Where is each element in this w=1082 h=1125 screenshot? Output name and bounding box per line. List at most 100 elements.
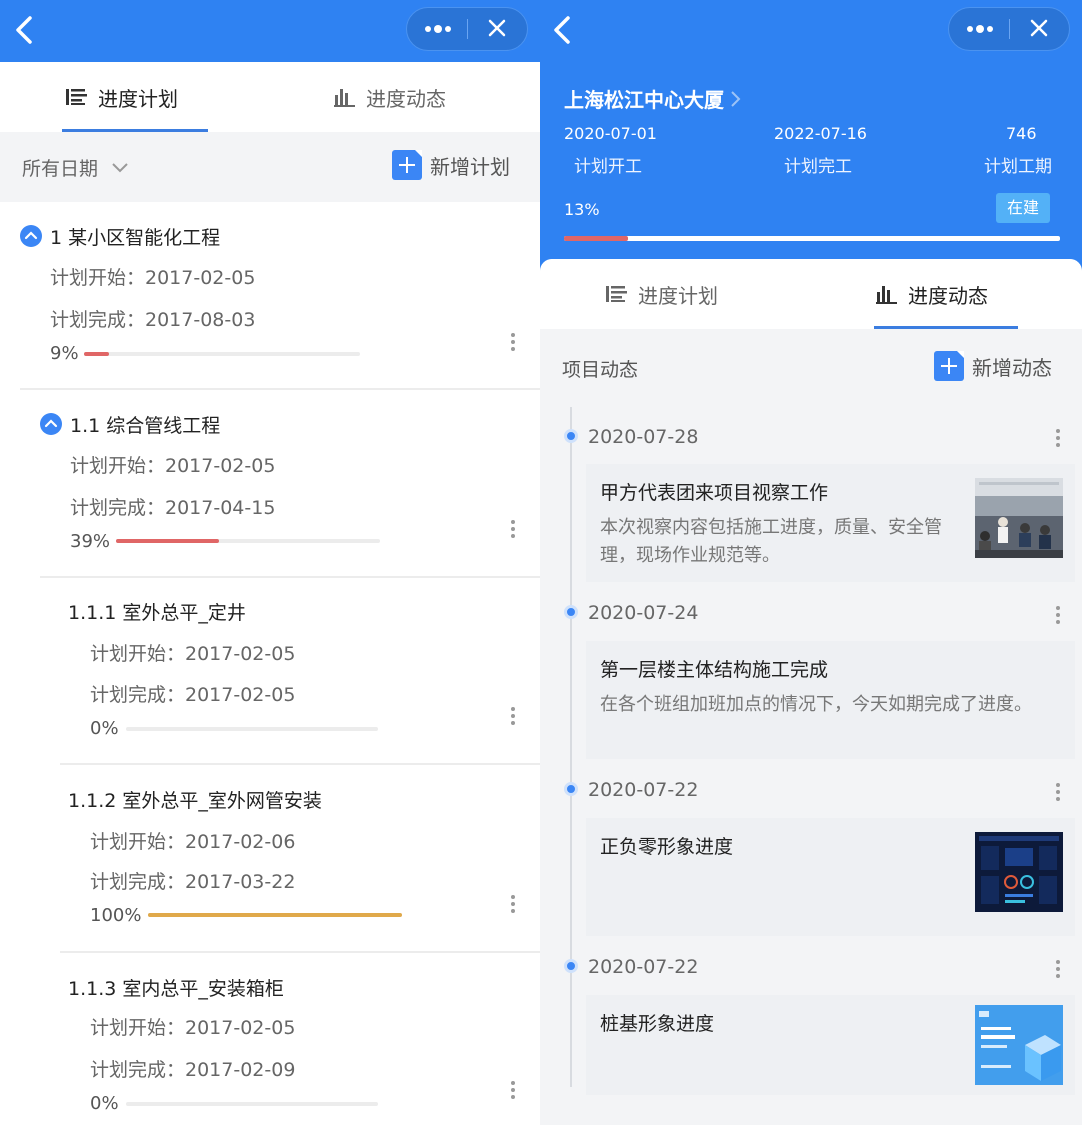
more-vertical-icon[interactable] [1054,781,1062,805]
project-title: 上海松江中心大厦 [564,88,724,112]
event-date: 2020-07-28 [588,426,699,448]
event-card[interactable]: 甲方代表团来项目视察工作 本次视察内容包括施工进度，质量、安全管理，现场作业规范… [586,464,1075,582]
close-button[interactable] [1010,8,1070,50]
more-vertical-icon[interactable] [509,518,517,542]
more-vertical-icon[interactable] [509,331,517,355]
active-tab-indicator [874,326,1018,329]
event-date: 2020-07-22 [588,956,699,978]
chevron-left-icon [16,16,32,44]
plan-end-label: 计划完工 [784,157,852,177]
plan-end-date: 2022-07-16 [774,124,867,143]
more-vertical-icon[interactable] [1054,604,1062,628]
plan-start: 计划开始：2017-02-05 [70,455,276,477]
tab-schedule-updates[interactable]: 进度动态 [876,259,988,329]
back-button[interactable] [10,12,40,48]
timeline-dot [564,959,578,973]
tab-schedule-plan[interactable]: 进度计划 [606,259,718,329]
plan-start: 计划开始：2017-02-05 [90,1017,296,1039]
progress-track [126,727,378,731]
more-button[interactable] [949,8,1009,50]
progress-percent: 9% [50,343,79,364]
add-icon [392,150,422,180]
collapse-icon[interactable] [40,413,62,435]
tab-schedule-updates[interactable]: 进度动态 [334,62,446,132]
progress-fill [116,539,219,543]
event-card[interactable]: 正负零形象进度 [586,818,1075,936]
add-plan-button[interactable]: 新增计划 [392,150,510,180]
plan-start: 计划开始：2017-02-06 [90,831,296,853]
status-badge: 在建 [996,193,1050,223]
date-filter-label: 所有日期 [22,158,99,180]
event-title: 甲方代表团来项目视察工作 [600,482,829,504]
plan-title: 1 某小区智能化工程 [50,227,221,249]
tab-label: 进度计划 [638,283,718,308]
more-dots-icon [967,25,993,33]
plan-end: 计划完成：2017-04-15 [70,497,276,519]
event-card[interactable]: 第一层楼主体结构施工完成 在各个班组加班加点的情况下，今天如期完成了进度。 [586,641,1075,759]
section-label: 项目动态 [562,359,639,381]
more-vertical-icon[interactable] [1054,958,1062,982]
mini-program-capsule [406,7,528,51]
collapse-icon[interactable] [20,225,42,247]
event-title: 桩基形象进度 [600,1013,715,1035]
project-title-link[interactable]: 上海松江中心大厦 [564,84,744,113]
progress-percent: 39% [70,531,111,552]
event-text: 在各个班组加班加点的情况下，今天如期完成了进度。 [600,694,1032,715]
timeline-dot [564,605,578,619]
event-photo[interactable] [975,1005,1063,1085]
plan-title: 1.1.1 室外总平_定井 [68,602,246,624]
close-icon [1030,19,1048,37]
plan-end: 计划完成：2017-02-05 [90,684,296,706]
progress-percent: 100% [90,905,142,926]
plan-end: 计划完成：2017-08-03 [50,309,256,331]
tab-schedule-plan[interactable]: 进度计划 [66,62,178,132]
add-icon [934,351,964,381]
project-progress-percent: 13% [564,200,600,219]
event-photo[interactable] [975,478,1063,558]
more-vertical-icon[interactable] [509,1079,517,1103]
divider [60,763,540,765]
filter-toolbar: 所有日期 新增计划 [0,132,540,202]
more-button[interactable] [407,8,467,50]
close-icon [488,19,506,37]
plan-duration: 746 [1006,124,1037,143]
plan-start: 计划开始：2017-02-05 [50,267,256,289]
project-progress-fill [564,236,629,241]
add-update-button[interactable]: 新增动态 [934,351,1052,381]
event-text: 本次视察内容包括施工进度，质量、安全管理，现场作业规范等。 [600,517,942,566]
more-vertical-icon[interactable] [509,705,517,729]
plan-start-date: 2020-07-01 [564,124,657,143]
chevron-right-icon [731,90,741,107]
plan-start: 计划开始：2017-02-05 [90,643,296,665]
divider [60,951,540,953]
event-photo[interactable] [975,832,1063,912]
back-button[interactable] [548,12,578,48]
date-filter-dropdown[interactable]: 所有日期 [22,154,130,181]
section-toolbar: 项目动态 新增动态 [540,333,1082,403]
plan-title: 1.1 综合管线工程 [70,415,221,437]
more-vertical-icon[interactable] [1054,427,1062,451]
mini-program-capsule [948,7,1070,51]
plan-end: 计划完成：2017-03-22 [90,871,296,893]
tab-label: 进度动态 [366,86,446,111]
progress-percent: 0% [90,718,119,739]
plan-title: 1.1.2 室外总平_室外网管安装 [68,790,322,812]
bar-chart-icon [334,89,355,107]
more-vertical-icon[interactable] [509,893,517,917]
event-card[interactable]: 桩基形象进度 [586,995,1075,1095]
progress-track [84,352,360,356]
progress-fill [84,352,109,356]
left-screen: 进度计划 进度动态 所有日期 新增计划 1 某小区智能化工程 计划开始：2017… [0,0,540,1125]
divider [40,576,540,578]
right-screen: 上海松江中心大厦 2020-07-01 计划开工 2022-07-16 计划完工… [540,0,1082,1125]
close-button[interactable] [468,8,528,50]
timeline-dot [564,782,578,796]
chevron-down-icon [112,162,128,172]
chevron-left-icon [554,16,570,44]
timeline-line [570,407,572,1087]
divider [20,388,540,390]
progress-track [116,539,380,543]
progress-percent: 0% [90,1093,119,1114]
content-sheet: 进度计划 进度动态 项目动态 新增动态 2020-07-28 甲方代表团来项目视… [540,259,1082,1125]
progress-track [148,913,402,917]
